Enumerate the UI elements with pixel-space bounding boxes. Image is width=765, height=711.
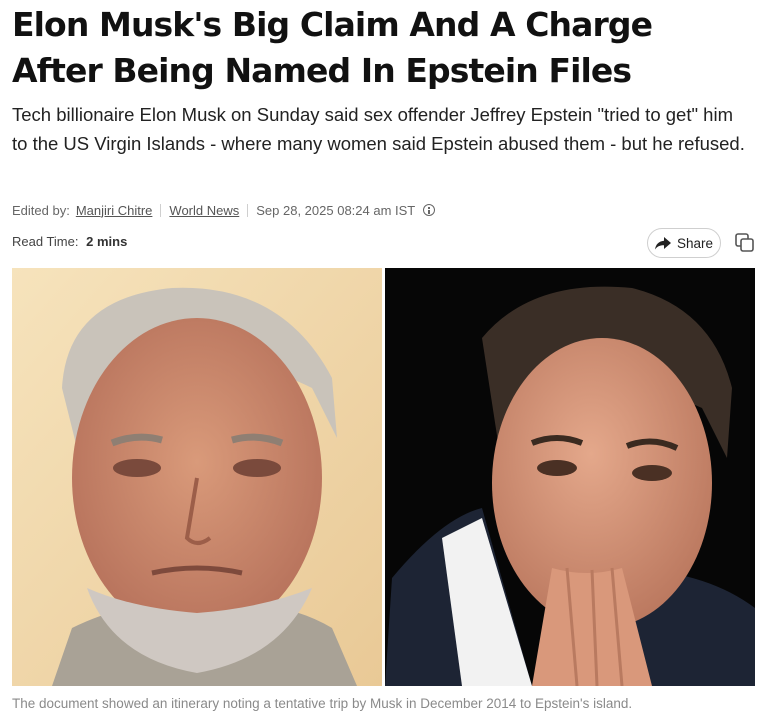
read-time: Read Time: 2 mins (12, 234, 127, 249)
headline-line-1: Elon Musk's Big Claim And A Charge (12, 5, 653, 44)
copy-icon (735, 233, 754, 252)
article-meta: Edited by: Manjiri Chitre World News Sep… (12, 200, 436, 220)
publish-date: Sep 28, 2025 08:24 am IST (256, 202, 416, 218)
share-arrow-icon (654, 236, 671, 249)
section-link[interactable]: World News (169, 203, 239, 218)
image-caption: The document showed an itinerary noting … (12, 696, 633, 711)
share-label: Share (676, 235, 714, 251)
copy-link-button[interactable] (734, 232, 756, 254)
share-button[interactable]: Share (647, 228, 721, 258)
info-icon[interactable] (423, 204, 436, 216)
article-summary: Tech billionaire Elon Musk on Sunday sai… (12, 104, 745, 154)
article-headline: Elon Musk's Big Claim And A Charge After… (12, 2, 752, 94)
meta-divider (247, 203, 249, 217)
hero-image (12, 268, 755, 686)
editor-link[interactable]: Manjiri Chitre (76, 203, 153, 218)
read-time-label: Read Time: (12, 234, 79, 249)
read-time-value: 2 mins (86, 234, 128, 249)
epstein-photo (12, 268, 382, 686)
edited-by-label: Edited by: (12, 202, 70, 218)
meta-divider (160, 203, 162, 217)
musk-photo (385, 268, 755, 686)
headline-line-2: After Being Named In Epstein Files (12, 51, 632, 90)
